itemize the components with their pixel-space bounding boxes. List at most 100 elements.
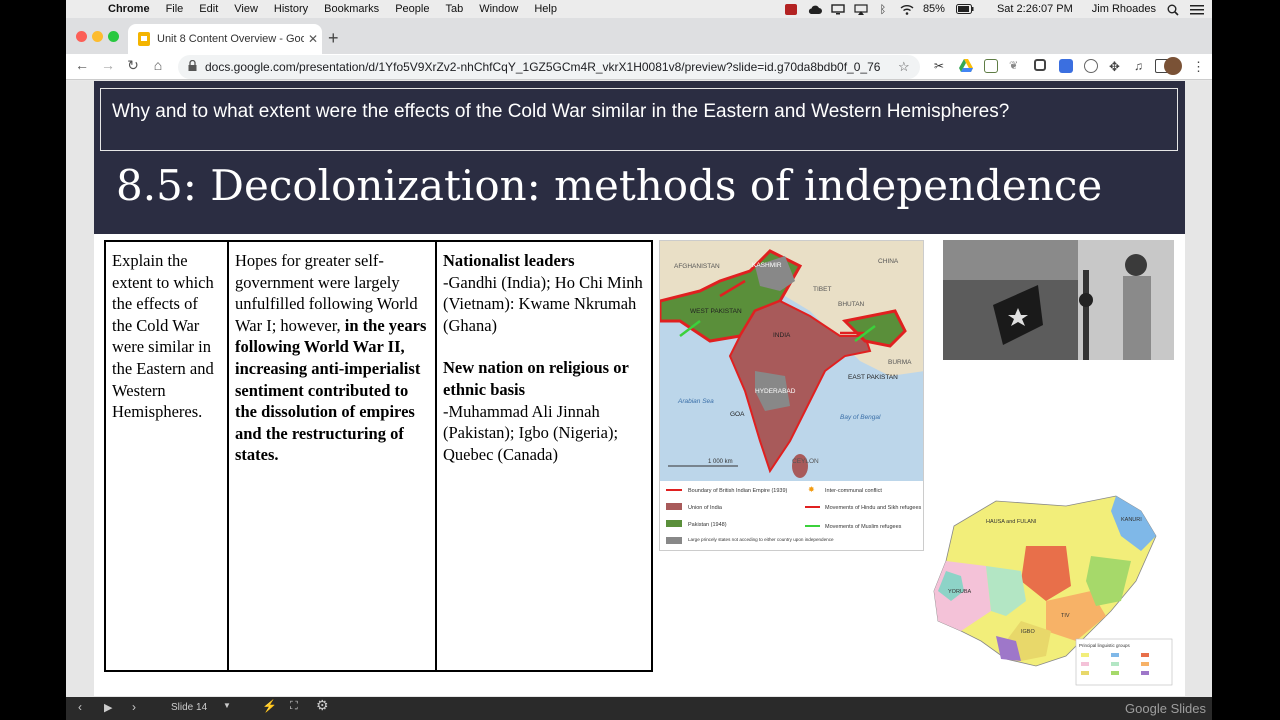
close-tab-icon[interactable]: ✕ [304,32,322,46]
table-cell-key-concept: Hopes for greater self-government were l… [227,240,437,672]
new-nation-text: -Muhammad Ali Jinnah (Pakistan); Igbo (N… [443,401,619,464]
igbo-label: IGBO [1021,629,1035,635]
profile-avatar[interactable] [1164,57,1182,75]
next-slide-icon[interactable]: › [132,700,136,714]
reload-icon[interactable]: ↻ [123,57,143,74]
legend-union-of-india: Union of India [688,505,723,511]
home-icon[interactable]: ⌂ [148,57,168,73]
burma-label: BURMA [888,359,912,366]
minimize-window-button[interactable] [92,31,103,42]
india-label: INDIA [773,332,791,339]
menu-bookmarks[interactable]: Bookmarks [324,3,379,15]
media-icon[interactable]: ♫ [1134,59,1148,73]
extension-blue-icon[interactable] [1059,59,1073,73]
airplay-icon[interactable] [854,3,868,15]
screen: Chrome File Edit View History Bookmarks … [0,0,1280,720]
play-icon[interactable]: ▶ [104,701,112,714]
hyderabad-label: HYDERABAD [755,388,796,395]
forward-icon[interactable]: → [98,57,118,73]
extension-leaf-icon[interactable]: ❦ [1009,59,1023,73]
nationalist-leaders-text: -Gandhi (India); Ho Chi Minh (Vietnam): … [443,272,643,335]
previous-slide-icon[interactable]: ‹ [78,700,82,714]
spotlight-search-icon[interactable] [1167,4,1179,16]
battery-icon[interactable] [955,3,974,15]
tibet-label: TIBET [813,286,831,293]
url-text: docs.google.com/presentation/d/1Yfo5V9Xr… [205,60,881,74]
record-icon[interactable] [784,3,797,15]
browser-tab[interactable]: Unit 8 Content Overview - Goo ✕ [128,24,322,54]
laser-pointer-icon[interactable]: ⚡ [262,699,277,713]
browser-toolbar: ← → ↻ ⌂ docs.google.com/presentation/d/1… [66,54,1212,80]
legend-hindu-sikh-refugees: Movements of Hindu and Sikh refugees [825,505,922,511]
menu-history[interactable]: History [274,3,308,15]
slide-number-label[interactable]: Slide 14 [171,702,207,713]
new-tab-button[interactable]: + [328,28,339,49]
kanuri-label: KANURI [1121,517,1142,523]
menubar-clock[interactable]: Sat 2:26:07 PM [997,3,1073,15]
bookmark-star-icon[interactable]: ☆ [898,59,920,75]
content-table: Explain the extent to which the effects … [104,240,653,672]
battery-percent: 85% [922,3,945,15]
nigeria-legend-title: Principal linguistic groups [1079,643,1131,648]
partition-of-india-map: AFGHANISTAN KASHMIR CHINA TIBET BHUTAN W… [659,240,924,551]
left-letterbox [0,0,66,720]
extension-doc-icon[interactable] [984,59,998,73]
slides-control-bar: ‹ ▶ › Slide 14 ▼ ⚡ ⛶ ⚙ Google Slides [66,697,1212,720]
menubar-user[interactable]: Jim Rhoades [1092,3,1156,15]
slide-dropdown-icon[interactable]: ▼ [223,701,231,710]
legend-princely-states: Large princely states not acceding to ei… [688,537,834,542]
right-letterbox [1212,0,1280,720]
display-icon[interactable] [831,3,845,15]
fullscreen-icon[interactable]: ⛶ [290,700,298,713]
menu-view[interactable]: View [234,3,258,15]
presentation-viewer: Why and to what extent were the effects … [66,81,1212,697]
essential-question: Why and to what extent were the effects … [100,88,1178,151]
scale-label: 1 000 km [708,459,733,465]
goa-label: GOA [730,411,745,418]
settings-gear-icon[interactable]: ⚙ [316,697,329,714]
slide-header: Why and to what extent were the effects … [94,81,1185,234]
tiv-label: TIV [1061,613,1070,619]
legend-conflict: Inter-communal conflict [825,488,882,494]
menu-tab[interactable]: Tab [445,3,463,15]
legend-boundary: Boundary of British Indian Empire (1939) [688,488,788,494]
close-window-button[interactable] [76,31,87,42]
menu-edit[interactable]: Edit [199,3,218,15]
bluetooth-icon[interactable]: ᛒ [877,4,889,16]
notification-center-icon[interactable] [1190,4,1204,15]
maximize-window-button[interactable] [108,31,119,42]
table-cell-prompt: Explain the extent to which the effects … [104,240,229,672]
extension-scissors-icon[interactable]: ✂ [934,59,948,73]
cloud-icon[interactable] [808,4,822,15]
afghanistan-label: AFGHANISTAN [674,263,720,270]
new-nation-heading: New nation on religious or ethnic basis [443,358,629,399]
menu-window[interactable]: Window [479,3,518,15]
desktop-window: Chrome File Edit View History Bookmarks … [66,0,1212,720]
legend-muslim-refugees: Movements of Muslim refugees [825,524,902,530]
arabian-sea-label: Arabian Sea [677,398,714,405]
menu-app-name[interactable]: Chrome [108,3,150,15]
menu-people[interactable]: People [395,3,429,15]
tab-strip: Unit 8 Content Overview - Goo ✕ + [66,18,1212,54]
wifi-icon[interactable] [900,4,914,15]
bay-of-bengal-label: Bay of Bengal [840,414,881,421]
table-cell-examples: Nationalist leaders -Gandhi (India); Ho … [435,240,653,672]
ceylon-label: CEYLON [792,458,819,465]
extension-chat-icon[interactable] [1084,59,1098,73]
menu-file[interactable]: File [166,3,184,15]
hausa-fulani-label: HAUSA and FULANI [986,519,1037,525]
back-icon[interactable]: ← [72,57,92,73]
google-drive-icon[interactable] [959,59,973,73]
menu-help[interactable]: Help [534,3,557,15]
yoruba-label: YORUBA [948,589,972,595]
extensions-puzzle-icon[interactable]: ✥ [1109,59,1123,74]
independence-rally-photo [943,240,1174,360]
address-bar[interactable]: docs.google.com/presentation/d/1Yfo5V9Xr… [178,55,920,79]
prompt-text: Explain the extent to which the effects … [112,251,214,422]
google-slides-branding: Google Slides [1125,701,1206,716]
slide: Why and to what extent were the effects … [94,81,1185,696]
chrome-menu-icon[interactable]: ⋮ [1192,59,1206,74]
extension-square-icon[interactable] [1034,59,1046,71]
lock-icon[interactable] [188,59,197,74]
svg-text:✸: ✸ [808,485,815,494]
